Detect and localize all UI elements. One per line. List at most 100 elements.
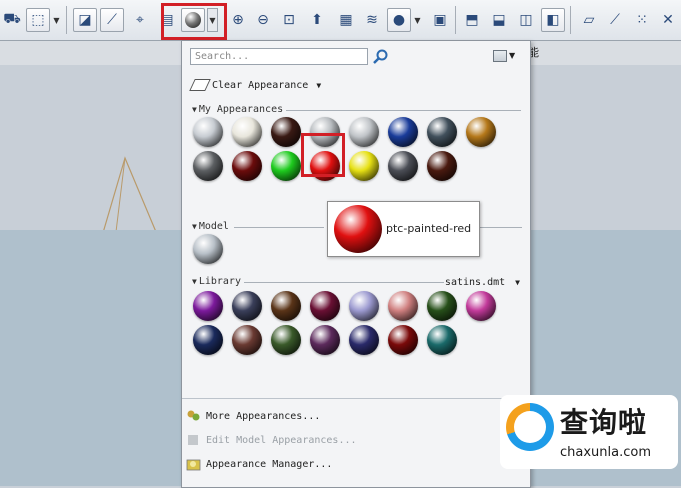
appearance-swatch-satin-moss[interactable] <box>271 325 301 355</box>
appearance-swatch-green[interactable] <box>271 151 301 181</box>
hidden-line-icon[interactable]: ⬓ <box>487 8 511 32</box>
toolbar-divider <box>66 6 67 34</box>
view-options-icon[interactable] <box>493 50 507 62</box>
datum-planes-icon[interactable]: ▱ <box>577 8 601 32</box>
appearance-swatch-satin-cocoa[interactable] <box>232 325 262 355</box>
watermark-logo: 查询啦 chaxunla.com <box>500 395 678 469</box>
gallery-menu: More Appearances... Edit Model Appearanc… <box>182 398 530 488</box>
collapse-triangle-icon[interactable]: ▼ <box>192 277 197 286</box>
section-divider <box>286 110 521 111</box>
appearance-swatch-yellow[interactable] <box>349 151 379 181</box>
watermark-url: chaxunla.com <box>560 445 651 460</box>
library-file-name: satins.dmt <box>444 277 506 288</box>
clear-appearance-button[interactable]: Clear Appearance ▼ <box>189 79 321 91</box>
annotation-highlight-selected <box>301 133 345 177</box>
shading-icon[interactable]: ◧ <box>541 8 565 32</box>
toolbar-divider <box>570 6 571 34</box>
zoom-out-icon[interactable]: ⊖ <box>251 8 275 32</box>
appearance-swatch-satin-navy[interactable] <box>193 325 223 355</box>
toolbar-divider <box>455 6 456 34</box>
annotation-highlight-toolbar <box>161 3 227 40</box>
menu-label: Edit Model Appearances... <box>206 434 357 446</box>
section-divider <box>480 227 522 228</box>
reorient-icon[interactable]: ⬆ <box>305 8 329 32</box>
appearance-tooltip: ptc-painted-red <box>327 201 480 257</box>
appearance-swatch-satin-lavender[interactable] <box>349 291 379 321</box>
section-title: My Appearances <box>198 104 284 115</box>
appearance-swatch-satin-slate[interactable] <box>232 291 262 321</box>
my-appearances-header[interactable]: ▼ My Appearances <box>192 104 283 115</box>
eraser-icon <box>189 79 211 91</box>
menu-label: More Appearances... <box>206 410 321 422</box>
library-file-selector[interactable]: satins.dmt ▼ <box>445 277 520 288</box>
appearance-swatch-chrome[interactable] <box>349 117 379 147</box>
zoom-in-icon[interactable]: ⊕ <box>226 8 250 32</box>
appearance-swatch-satin-pink[interactable] <box>466 291 496 321</box>
appearance-swatch-dark-rust[interactable] <box>427 151 457 181</box>
collapse-triangle-icon[interactable]: ▼ <box>192 105 197 114</box>
appearance-swatch-satin-wine[interactable] <box>310 291 340 321</box>
edit-model-appearances-item[interactable]: Edit Model Appearances... <box>186 433 357 447</box>
tooltip-sphere-preview <box>334 205 382 253</box>
main-toolbar: ⛟ ⬚ ▼ ◪ ⟋ ⌖ ▤ ▼ ⊕ ⊖ ⊡ ⬆ ▦ ≋ ● ▼ ▣ ⬒ ⬓ ◫ … <box>0 0 681 41</box>
appearance-swatch-maroon[interactable] <box>232 151 262 181</box>
appearance-swatch-model-default[interactable] <box>193 234 223 264</box>
appearance-manager-icon <box>186 459 201 471</box>
layers-stack-icon[interactable]: ≋ <box>360 8 384 32</box>
sketch-icon[interactable]: ◪ <box>73 8 97 32</box>
perspective-icon[interactable]: ▣ <box>428 8 452 32</box>
chevron-down-icon[interactable]: ▼ <box>509 51 515 60</box>
chevron-down-icon[interactable]: ▼ <box>316 81 321 90</box>
appearance-swatch-satin-brown[interactable] <box>271 291 301 321</box>
appearance-swatch-gold[interactable] <box>466 117 496 147</box>
refit-icon[interactable]: ⊡ <box>277 8 301 32</box>
clear-appearance-label: Clear Appearance <box>212 79 309 91</box>
section-divider <box>244 282 444 283</box>
section-title: Library <box>198 276 241 287</box>
chevron-down-icon[interactable]: ▼ <box>515 278 520 287</box>
spline-icon[interactable]: ⟋ <box>100 8 124 32</box>
appearance-swatch-dark-brown[interactable] <box>271 117 301 147</box>
appearance-swatch-satin-rose[interactable] <box>388 291 418 321</box>
coordinate-systems-icon[interactable]: ✕ <box>656 8 680 32</box>
datum-points-icon[interactable]: ⁙ <box>630 8 654 32</box>
appearance-swatch-satin-olive[interactable] <box>427 291 457 321</box>
tooltip-label: ptc-painted-red <box>386 222 472 235</box>
appearance-swatch-satin-purple[interactable] <box>193 291 223 321</box>
watermark-title: 查询啦 <box>560 406 648 439</box>
appearance-swatch-silver[interactable] <box>193 117 223 147</box>
appearance-swatch-blue[interactable] <box>388 117 418 147</box>
appearance-swatch-granite[interactable] <box>388 151 418 181</box>
appearance-swatch-satin-plum[interactable] <box>310 325 340 355</box>
display-style-icon[interactable]: ● <box>387 8 411 32</box>
appearance-gallery-panel: Search... ▼ Clear Appearance ▼ ▼ My Appe… <box>181 40 531 488</box>
chevron-down-icon[interactable]: ▼ <box>51 8 62 32</box>
search-input[interactable]: Search... <box>190 48 368 65</box>
no-hidden-icon[interactable]: ◫ <box>514 8 538 32</box>
datum-axes-icon[interactable]: ⟋ <box>603 8 627 32</box>
appearance-swatch-slate[interactable] <box>427 117 457 147</box>
wireframe-icon[interactable]: ⬒ <box>460 8 484 32</box>
binoculars-icon[interactable]: ⛟ <box>0 8 24 32</box>
search-icon[interactable] <box>371 48 389 66</box>
edit-icon <box>188 435 198 445</box>
library-header[interactable]: ▼ Library <box>192 276 241 287</box>
appearance-swatch-satin-crimson[interactable] <box>388 325 418 355</box>
appearances-icon <box>187 410 200 421</box>
appearance-swatch-pearl[interactable] <box>232 117 262 147</box>
menu-label: Appearance Manager... <box>206 458 333 470</box>
section-title: Model <box>198 221 229 232</box>
chevron-down-icon[interactable]: ▼ <box>412 8 423 32</box>
saved-views-icon[interactable]: ▦ <box>334 8 358 32</box>
section-divider <box>234 227 324 228</box>
logo-inner <box>514 411 546 443</box>
appearance-swatch-satin-indigo[interactable] <box>349 325 379 355</box>
appearance-swatch-satin-teal[interactable] <box>427 325 457 355</box>
more-appearances-item[interactable]: More Appearances... <box>186 409 320 423</box>
appearance-manager-item[interactable]: Appearance Manager... <box>186 457 332 471</box>
appearance-swatch-gunmetal[interactable] <box>193 151 223 181</box>
collapse-triangle-icon[interactable]: ▼ <box>192 222 197 231</box>
coordinate-icon[interactable]: ⌖ <box>128 8 152 32</box>
select-box-icon[interactable]: ⬚ <box>26 8 50 32</box>
model-header[interactable]: ▼ Model <box>192 221 229 232</box>
